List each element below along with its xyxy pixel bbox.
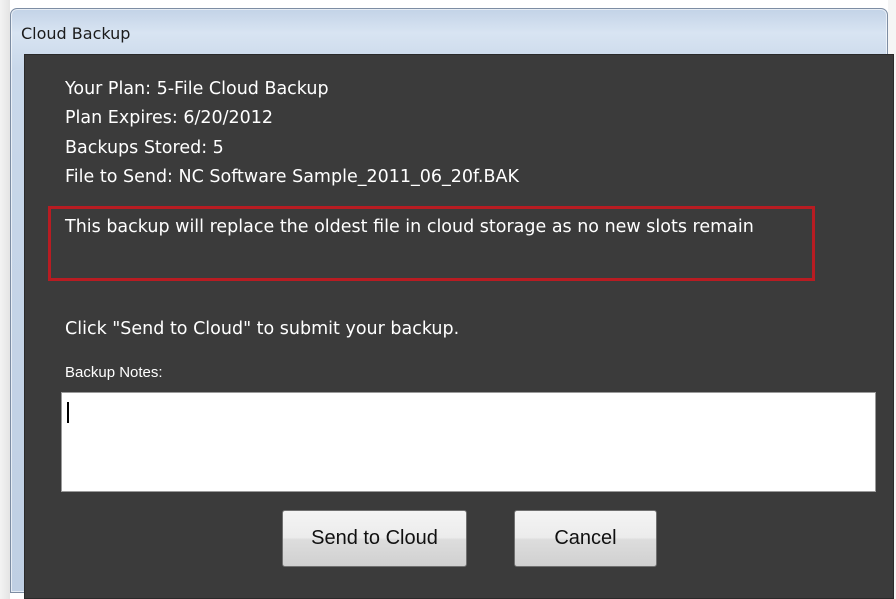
backup-notes-label: Backup Notes: [65, 364, 163, 381]
file-to-send-text: File to Send: NC Software Sample_2011_06… [65, 167, 519, 187]
plan-expires-text: Plan Expires: 6/20/2012 [65, 108, 274, 128]
cloud-backup-dialog: Cloud Backup Your Plan: 5-File Cloud Bac… [10, 8, 894, 599]
send-instruction-text: Click "Send to Cloud" to submit your bac… [65, 319, 460, 339]
text-caret [67, 402, 69, 423]
background-left-strip [0, 0, 10, 599]
warning-message: This backup will replace the oldest file… [65, 217, 754, 237]
send-to-cloud-button[interactable]: Send to Cloud [282, 510, 467, 567]
dialog-content: Your Plan: 5-File Cloud Backup Plan Expi… [24, 54, 894, 599]
backups-stored-text: Backups Stored: 5 [65, 138, 224, 158]
cancel-button[interactable]: Cancel [514, 510, 657, 567]
window-title: Cloud Backup [21, 24, 131, 43]
plan-name-text: Your Plan: 5-File Cloud Backup [65, 79, 329, 99]
backup-notes-input[interactable] [61, 392, 876, 492]
